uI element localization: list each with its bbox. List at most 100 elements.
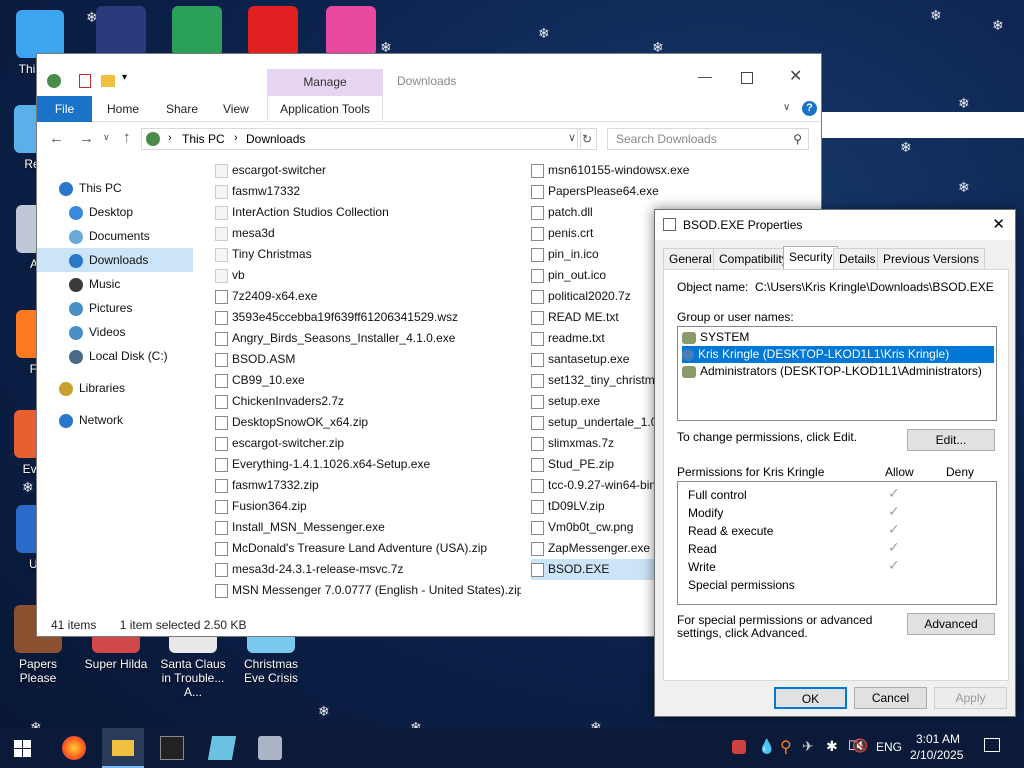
help-icon[interactable]: ?	[802, 101, 817, 116]
tab-details[interactable]: Details	[833, 248, 882, 270]
language-indicator[interactable]: ENG	[876, 740, 902, 754]
maximize-button[interactable]	[741, 72, 753, 84]
tray-snowflake-icon[interactable]: ✱	[826, 738, 838, 755]
snowflake-icon: ❄	[318, 704, 330, 720]
file-item[interactable]: Install_MSN_Messenger.exe	[215, 517, 521, 538]
file-item[interactable]: Fusion364.zip	[215, 496, 521, 517]
file-item[interactable]: mesa3d-24.3.1-release-msvc.7z	[215, 559, 521, 580]
permission-row: Read ✓	[688, 540, 900, 556]
file-icon	[215, 478, 228, 493]
file-item[interactable]: McDonald's Treasure Land Adventure (USA)…	[215, 538, 521, 559]
volume-icon[interactable]: 🔇	[852, 738, 868, 754]
up-icon[interactable]: ↑	[123, 129, 131, 146]
nav-item-libraries[interactable]: Libraries	[37, 376, 193, 400]
tab-compatibility[interactable]: Compatibility	[713, 248, 794, 270]
tray-drop-icon[interactable]: 💧	[758, 738, 775, 755]
tray-rocket-icon[interactable]: ✈	[802, 738, 814, 755]
apply-button[interactable]: Apply	[934, 687, 1007, 709]
tab-home[interactable]: Home	[93, 96, 153, 122]
terminal-taskbar-icon[interactable]	[160, 736, 184, 760]
file-item[interactable]: vb	[215, 265, 521, 286]
file-item[interactable]: 7z2409-x64.exe	[215, 286, 521, 307]
file-item[interactable]: fasmw17332.zip	[215, 475, 521, 496]
file-item[interactable]: PapersPlease64.exe	[531, 181, 823, 202]
file-item[interactable]: BSOD.ASM	[215, 349, 521, 370]
network-app-taskbar-icon[interactable]	[258, 736, 282, 760]
snowflake-icon: ❄	[958, 180, 970, 196]
address-dropdown-icon[interactable]: ∨	[568, 131, 576, 144]
minimize-button[interactable]: —	[695, 68, 715, 88]
breadcrumb-downloads[interactable]: Downloads	[246, 132, 305, 146]
file-item[interactable]: Tiny Christmas	[215, 244, 521, 265]
tab-security[interactable]: Security	[783, 246, 839, 270]
desktop-icon-label: Santa Claus in Trouble... A...	[160, 657, 226, 699]
desktop-app-icon[interactable]	[96, 6, 146, 56]
forward-icon[interactable]: →	[79, 130, 94, 147]
notepad-taskbar-icon[interactable]	[207, 736, 237, 760]
tray-search-icon[interactable]: ⚲	[780, 737, 792, 757]
file-item[interactable]: InterAction Studios Collection	[215, 202, 521, 223]
refresh-button[interactable]: ↻	[577, 128, 597, 150]
user-row-system[interactable]: SYSTEM	[682, 329, 994, 346]
ribbon-expand-icon[interactable]: ∨	[783, 102, 790, 113]
file-item[interactable]: 3593e45ccebba19f639ff61206341529.wsz	[215, 307, 521, 328]
address-bar[interactable]: › This PC › Downloads ∨	[141, 128, 581, 150]
file-item[interactable]: fasmw17332	[215, 181, 521, 202]
tab-previous-versions[interactable]: Previous Versions	[877, 248, 986, 270]
properties-qa-icon[interactable]	[79, 74, 91, 88]
desktop-app-icon[interactable]	[248, 6, 298, 56]
file-item[interactable]: msn610155-windowsx.exe	[531, 160, 823, 181]
search-input[interactable]: Search Downloads ⚲	[607, 128, 809, 150]
manage-tab[interactable]: Manage	[267, 69, 383, 96]
cancel-button[interactable]: Cancel	[854, 687, 927, 709]
nav-item-desktop[interactable]: Desktop	[37, 200, 193, 224]
file-item[interactable]: CB99_10.exe	[215, 370, 521, 391]
nav-item-this-pc[interactable]: This PC	[37, 176, 193, 200]
file-item[interactable]: ChickenInvaders2.7z	[215, 391, 521, 412]
clock-date[interactable]: 2/10/2025	[910, 748, 963, 762]
file-item[interactable]: Everything-1.4.1.1026.x64-Setup.exe	[215, 454, 521, 475]
dialog-close-button[interactable]: ✕	[992, 210, 1005, 240]
file-icon	[215, 331, 228, 346]
nav-item-documents[interactable]: Documents	[37, 224, 193, 248]
tab-general[interactable]: General	[663, 248, 718, 270]
file-item[interactable]: Angry_Birds_Seasons_Installer_4.1.0.exe	[215, 328, 521, 349]
tray-app-icon[interactable]	[732, 740, 746, 754]
nav-item-videos[interactable]: Videos	[37, 320, 193, 344]
tab-view[interactable]: View	[209, 96, 263, 122]
user-row-administrators[interactable]: Administrators (DESKTOP-LKOD1L1\Administ…	[682, 363, 994, 380]
advanced-button[interactable]: Advanced	[907, 613, 995, 635]
clock-time[interactable]: 3:01 AM	[916, 732, 960, 746]
nav-item-network[interactable]: Network	[37, 408, 193, 432]
ok-button[interactable]: OK	[774, 687, 847, 709]
notifications-icon[interactable]	[984, 738, 1000, 752]
tab-application-tools[interactable]: Application Tools	[267, 96, 383, 122]
nav-item-local-disk-c[interactable]: Local Disk (C:)	[37, 344, 193, 368]
taskbar: 💧 ⚲ ✈ ✱ ☐ 🔇 ENG 3:01 AM 2/10/2025	[0, 728, 1024, 768]
desktop-app-icon[interactable]	[326, 6, 376, 56]
breadcrumb-this-pc[interactable]: This PC	[182, 132, 225, 146]
nav-item-pictures[interactable]: Pictures	[37, 296, 193, 320]
tab-share[interactable]: Share	[152, 96, 212, 122]
file-item[interactable]: MSN Messenger 7.0.0777 (English - United…	[215, 580, 521, 601]
recent-dropdown-icon[interactable]: ∨	[103, 132, 110, 143]
tab-file[interactable]: File	[37, 96, 92, 122]
qa-dropdown-icon[interactable]: ▾	[122, 72, 127, 83]
new-folder-qa-icon[interactable]	[101, 75, 115, 87]
file-item[interactable]: DesktopSnowOK_x64.zip	[215, 412, 521, 433]
file-item[interactable]: escargot-switcher.zip	[215, 433, 521, 454]
nav-item-music[interactable]: Music	[37, 272, 193, 296]
edit-button[interactable]: Edit...	[907, 429, 995, 451]
desktop-app-icon[interactable]	[172, 6, 222, 56]
back-icon[interactable]: ←	[49, 130, 64, 147]
start-button[interactable]	[14, 740, 31, 757]
ribbon: File Home Share View Application Tools ∨…	[37, 96, 821, 122]
file-icon	[531, 289, 544, 304]
firefox-taskbar-icon[interactable]	[62, 736, 86, 760]
close-button[interactable]: ✕	[789, 66, 802, 86]
explorer-taskbar-button[interactable]	[102, 728, 144, 768]
file-item[interactable]: escargot-switcher	[215, 160, 521, 181]
file-item[interactable]: mesa3d	[215, 223, 521, 244]
user-row-kris-kringle[interactable]: Kris Kringle (DESKTOP-LKOD1L1\Kris Kring…	[682, 346, 994, 363]
nav-item-downloads[interactable]: Downloads	[37, 248, 193, 272]
